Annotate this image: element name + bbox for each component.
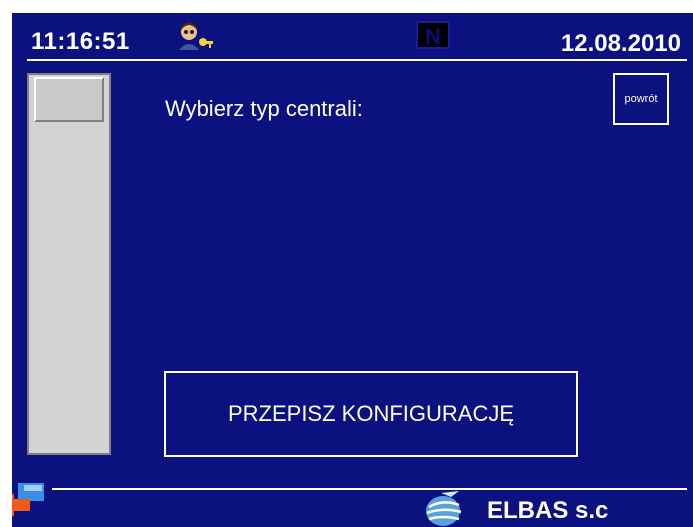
footer-divider	[52, 488, 687, 490]
mode-badge: N	[416, 21, 450, 49]
globe-logo-icon	[426, 491, 462, 526]
back-button-label: powrót	[624, 93, 658, 105]
back-arrow-icon[interactable]	[12, 479, 56, 519]
clock: 11:16:51	[31, 28, 130, 55]
date: 12.08.2010	[560, 30, 681, 57]
prompt-label: Wybierz typ centrali:	[165, 96, 363, 121]
rewrite-configuration-button[interactable]: PRZEPISZ KONFIGURACJĘ	[164, 371, 578, 457]
scrollbar-thumb[interactable]	[34, 77, 104, 122]
vertical-scrollbar[interactable]	[27, 73, 111, 455]
user-with-key-icon[interactable]	[173, 20, 213, 52]
brand-name: ELBAS s.c	[487, 497, 609, 524]
rewrite-configuration-label: PRZEPISZ KONFIGURACJĘ	[227, 401, 515, 426]
header-divider	[27, 59, 687, 61]
panel-screen: 11:16:51 N 12.08.2010 Wybierz typ centra…	[12, 13, 693, 527]
back-button[interactable]: powrót	[613, 73, 669, 125]
